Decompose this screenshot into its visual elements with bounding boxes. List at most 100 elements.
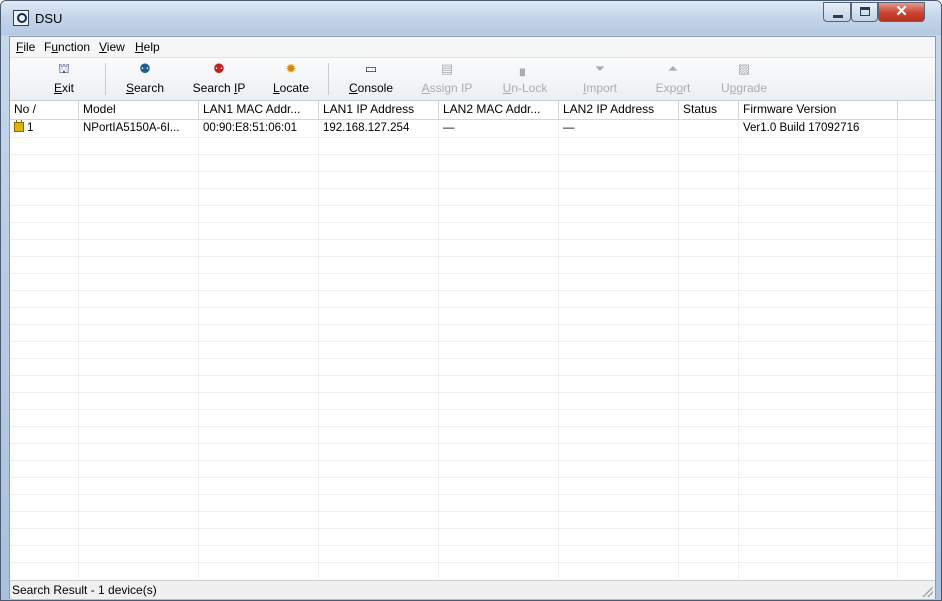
table-cell: [898, 307, 935, 324]
table-cell: [559, 239, 679, 256]
menu-bar: File Function View Help: [10, 37, 935, 58]
upgrade-icon: ▨: [737, 61, 751, 76]
table-cell: [79, 511, 199, 528]
table-cell: [319, 324, 439, 341]
cell-text: 00:90:E8:51:06:01: [203, 122, 297, 134]
table-cell: [10, 154, 79, 171]
table-cell: [199, 188, 319, 205]
column-header-model[interactable]: Model: [79, 101, 199, 119]
table-cell: [679, 494, 739, 511]
table-cell: [199, 239, 319, 256]
table-cell: [679, 341, 739, 358]
table-cell: 1: [10, 120, 79, 137]
table-cell: [319, 545, 439, 562]
maximize-button[interactable]: [851, 2, 878, 22]
table-cell: [79, 528, 199, 545]
empty-row: [10, 426, 935, 444]
import-button[interactable]: ⏷ Import: [577, 60, 623, 98]
column-header-lan1-ip[interactable]: LAN1 IP Address: [319, 101, 439, 119]
menu-function[interactable]: Function: [44, 40, 90, 54]
table-cell: [898, 222, 935, 239]
table-cell: [199, 154, 319, 171]
table-cell: [10, 222, 79, 239]
column-header-lan2-ip[interactable]: LAN2 IP Address: [559, 101, 679, 119]
table-cell: [679, 392, 739, 409]
empty-row: [10, 307, 935, 325]
locate-button[interactable]: ✹ Locate: [268, 60, 314, 98]
table-cell: [319, 307, 439, 324]
table-cell: [439, 290, 559, 307]
table-cell: [898, 392, 935, 409]
resize-grip-icon[interactable]: [923, 587, 933, 597]
table-cell: [10, 205, 79, 222]
column-header-no[interactable]: No /: [10, 101, 79, 119]
empty-row: [10, 443, 935, 461]
table-cell: [679, 137, 739, 154]
export-button[interactable]: ⏶ Export: [650, 60, 696, 98]
table-cell: [10, 477, 79, 494]
search-ip-button[interactable]: ⚉ Search IP: [188, 60, 250, 98]
table-cell: [319, 273, 439, 290]
menu-view[interactable]: View: [99, 40, 125, 54]
column-header-status[interactable]: Status: [679, 101, 739, 119]
table-cell: [739, 256, 898, 273]
table-cell: [898, 562, 935, 579]
table-cell: [319, 494, 439, 511]
empty-row: [10, 460, 935, 478]
table-cell: [679, 528, 739, 545]
unlock-button[interactable]: ▖ Un-Lock: [498, 60, 552, 98]
table-cell: [559, 324, 679, 341]
table-cell: [319, 426, 439, 443]
table-row[interactable]: 1 NPortIA5150A-6I... 00:90:E8:51:06:01 192.…: [10, 120, 935, 138]
table-cell: [10, 443, 79, 460]
assign-ip-button[interactable]: ▤ Assign IP: [418, 60, 476, 98]
table-cell: [679, 205, 739, 222]
table-cell: [439, 511, 559, 528]
table-cell: [679, 290, 739, 307]
exit-button[interactable]: ⛫ Exit: [50, 60, 78, 98]
table-cell: [898, 273, 935, 290]
device-list[interactable]: No / Model LAN1 MAC Addr... LAN1 IP Addr…: [10, 101, 935, 579]
column-header-firmware[interactable]: Firmware Version: [739, 101, 898, 119]
table-cell: [559, 392, 679, 409]
search-button[interactable]: ⚉ Search: [122, 60, 168, 98]
table-cell: [679, 443, 739, 460]
table-cell: [439, 545, 559, 562]
table-cell: [439, 375, 559, 392]
empty-row: [10, 562, 935, 579]
app-icon[interactable]: [13, 10, 29, 26]
table-cell: [199, 273, 319, 290]
column-header-lan2-mac[interactable]: LAN2 MAC Addr...: [439, 101, 559, 119]
close-button[interactable]: ✕: [878, 2, 925, 22]
minimize-button[interactable]: [823, 2, 851, 22]
console-button[interactable]: ▭ Console: [342, 60, 400, 98]
empty-row: [10, 528, 935, 546]
table-cell: [679, 239, 739, 256]
table-cell: 192.168.127.254: [319, 120, 439, 137]
table-cell: [898, 375, 935, 392]
search-ip-icon: ⚉: [213, 61, 225, 76]
menu-help[interactable]: Help: [135, 40, 160, 54]
table-cell: [319, 392, 439, 409]
table-cell: [559, 154, 679, 171]
empty-row: [10, 477, 935, 495]
table-cell: [439, 188, 559, 205]
table-cell: [739, 358, 898, 375]
table-cell: [739, 460, 898, 477]
empty-row: [10, 375, 935, 393]
table-cell: [898, 324, 935, 341]
table-cell: [10, 545, 79, 562]
upgrade-button[interactable]: ▨ Upgrade: [718, 60, 770, 98]
menu-file[interactable]: File: [16, 40, 35, 54]
table-cell: [898, 205, 935, 222]
table-cell: [439, 324, 559, 341]
table-cell: [79, 494, 199, 511]
table-cell: [319, 188, 439, 205]
table-cell: [559, 137, 679, 154]
table-cell: [79, 256, 199, 273]
title-bar[interactable]: DSU ✕: [1, 1, 941, 35]
table-cell: [679, 171, 739, 188]
column-header-lan1-mac[interactable]: LAN1 MAC Addr...: [199, 101, 319, 119]
table-cell: [10, 290, 79, 307]
window-title: DSU: [35, 11, 63, 26]
